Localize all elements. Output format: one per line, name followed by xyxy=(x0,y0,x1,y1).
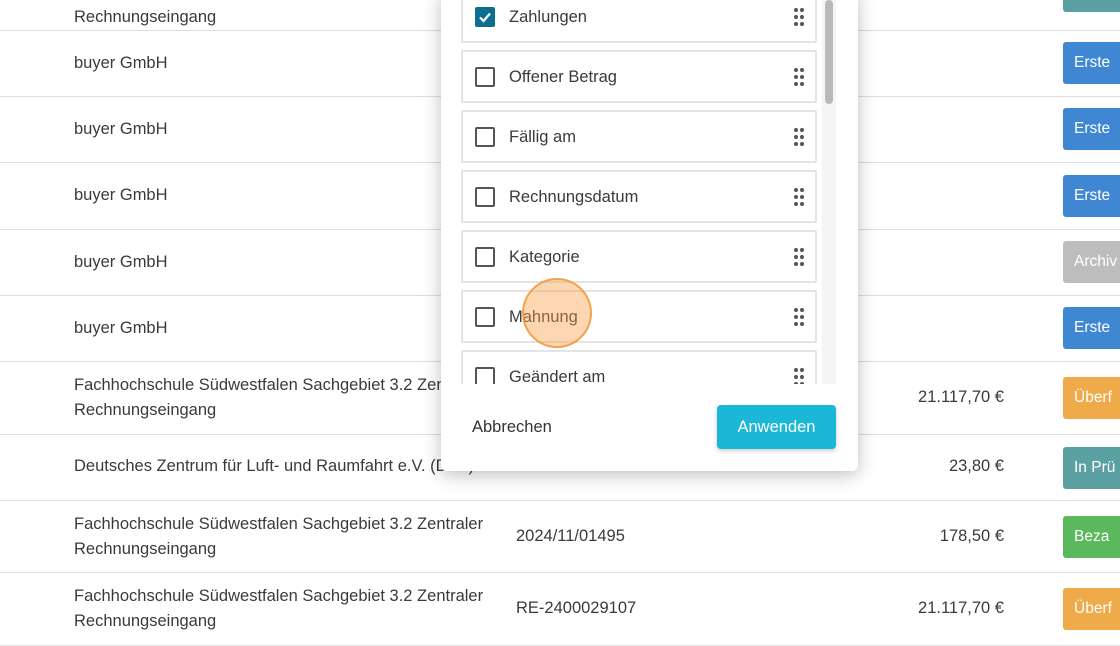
column-label: Zahlungen xyxy=(509,8,587,26)
recipient-name: Rechnungseingang xyxy=(74,8,217,26)
recipient-name: buyer GmbH xyxy=(74,319,168,337)
recipient-name-line2: Rechnungseingang xyxy=(74,401,217,419)
column-checkbox[interactable] xyxy=(475,307,495,327)
column-checkbox[interactable] xyxy=(475,127,495,147)
drag-handle-icon[interactable] xyxy=(793,247,805,267)
column-label: Geändert am xyxy=(509,368,606,384)
column-option-rechnungsdatum[interactable]: Rechnungsdatum xyxy=(461,170,817,223)
scrollbar-thumb[interactable] xyxy=(825,0,833,104)
checkmark-icon xyxy=(479,12,491,23)
status-button[interactable]: Beza xyxy=(1063,516,1120,558)
status-button[interactable]: Erste xyxy=(1063,307,1120,349)
recipient-name-line2: Rechnungseingang xyxy=(74,612,217,630)
column-option-offener-betrag[interactable]: Offener Betrag xyxy=(461,50,817,103)
drag-handle-icon[interactable] xyxy=(793,127,805,147)
column-label: Offener Betrag xyxy=(509,68,617,86)
apply-button[interactable]: Anwenden xyxy=(717,405,836,449)
invoice-number: 2024/11/01495 xyxy=(516,527,625,545)
status-button[interactable]: In Prü xyxy=(1063,447,1120,489)
status-button[interactable]: Überf xyxy=(1063,588,1120,630)
column-list: Zahlungen Offener Betrag Fällig am Rechn… xyxy=(461,0,819,384)
drag-handle-icon[interactable] xyxy=(793,187,805,207)
recipient-name: Deutsches Zentrum für Luft- und Raumfahr… xyxy=(74,457,475,475)
column-checkbox[interactable] xyxy=(475,7,495,27)
drag-handle-icon[interactable] xyxy=(793,367,805,384)
table-row[interactable]: Fachhochschule Südwestfalen Sachgebiet 3… xyxy=(0,573,1120,646)
column-option-geaendert-am[interactable]: Geändert am xyxy=(461,350,817,384)
column-option-faellig-am[interactable]: Fällig am xyxy=(461,110,817,163)
recipient-name: buyer GmbH xyxy=(74,54,168,72)
table-row[interactable]: Fachhochschule Südwestfalen Sachgebiet 3… xyxy=(0,501,1120,573)
status-button[interactable]: Erste xyxy=(1063,108,1120,150)
recipient-name: Fachhochschule Südwestfalen Sachgebiet 3… xyxy=(74,376,484,394)
column-option-zahlungen[interactable]: Zahlungen xyxy=(461,0,817,43)
recipient-name: buyer GmbH xyxy=(74,253,168,271)
amount: 23,80 € xyxy=(948,457,1004,475)
recipient-name-line2: Rechnungseingang xyxy=(74,540,217,558)
column-checkbox[interactable] xyxy=(475,247,495,267)
column-chooser-dialog: Zahlungen Offener Betrag Fällig am Rechn… xyxy=(441,0,858,471)
recipient-name: Fachhochschule Südwestfalen Sachgebiet 3… xyxy=(74,587,484,605)
amount: 21.117,70 € xyxy=(918,388,1004,406)
column-label: Rechnungsdatum xyxy=(509,188,639,206)
column-checkbox[interactable] xyxy=(475,187,495,207)
column-option-kategorie[interactable]: Kategorie xyxy=(461,230,817,283)
drag-handle-icon[interactable] xyxy=(793,7,805,27)
status-button[interactable]: Erste xyxy=(1063,42,1120,84)
recipient-name: buyer GmbH xyxy=(74,186,168,204)
drag-handle-icon[interactable] xyxy=(793,307,805,327)
amount: 178,50 € xyxy=(939,527,1004,545)
column-label: Kategorie xyxy=(509,248,580,266)
status-button[interactable]: Überf xyxy=(1063,377,1120,419)
cancel-button[interactable]: Abbrechen xyxy=(472,416,552,438)
amount: 21.117,70 € xyxy=(918,599,1004,617)
column-label: Fällig am xyxy=(509,128,576,146)
status-button[interactable] xyxy=(1063,0,1120,12)
recipient-name: buyer GmbH xyxy=(74,120,168,138)
drag-handle-icon[interactable] xyxy=(793,67,805,87)
column-option-mahnung[interactable]: Mahnung xyxy=(461,290,817,343)
scrollbar[interactable] xyxy=(822,0,836,384)
status-button[interactable]: Archiv xyxy=(1063,241,1120,283)
invoice-number: RE-2400029107 xyxy=(516,599,637,617)
column-checkbox[interactable] xyxy=(475,67,495,87)
column-checkbox[interactable] xyxy=(475,367,495,384)
status-button[interactable]: Erste xyxy=(1063,175,1120,217)
click-indicator xyxy=(522,278,592,348)
recipient-name: Fachhochschule Südwestfalen Sachgebiet 3… xyxy=(74,515,484,533)
